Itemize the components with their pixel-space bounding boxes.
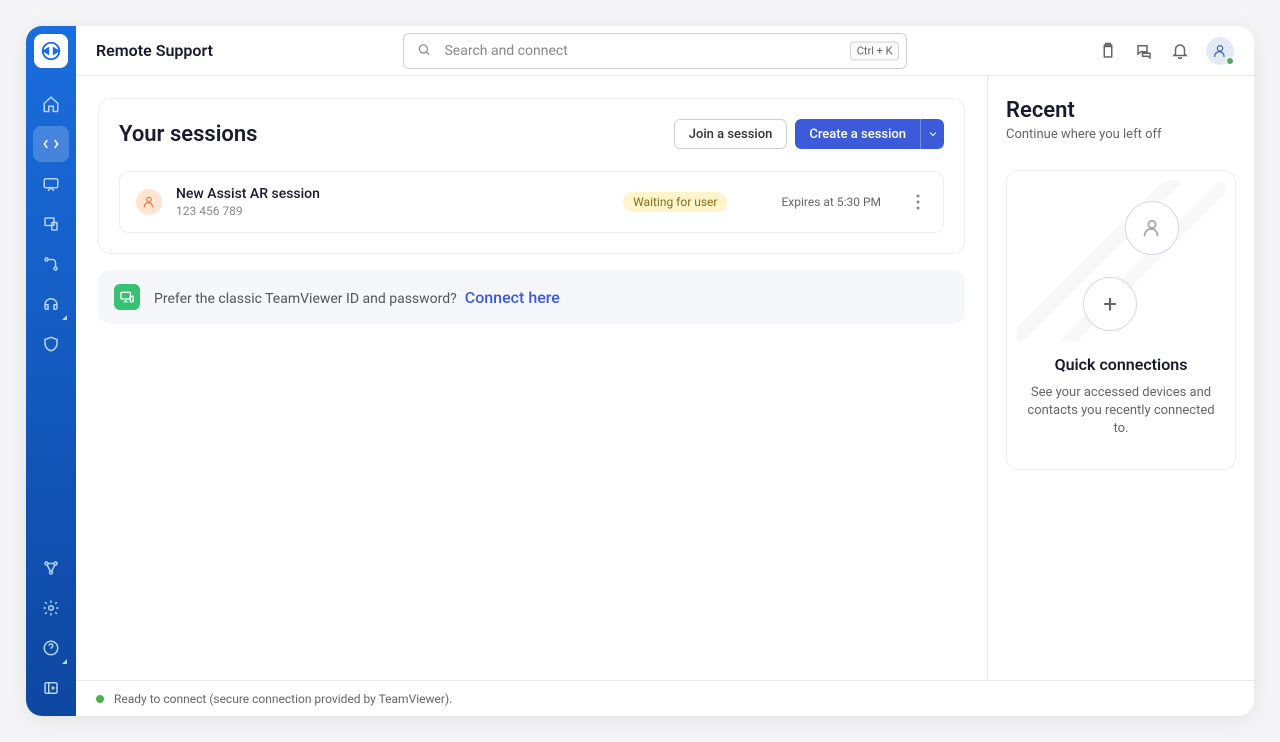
- sessions-title: Your sessions: [119, 122, 257, 147]
- nav-remote-support[interactable]: [33, 126, 69, 162]
- messages-icon[interactable]: [1134, 41, 1154, 61]
- session-id: 123 456 789: [176, 204, 320, 218]
- session-info: New Assist AR session 123 456 789: [176, 186, 320, 218]
- app-window: Remote Support Ctrl + K Your sessions: [26, 26, 1254, 716]
- nav-shield[interactable]: [33, 326, 69, 362]
- nav-settings[interactable]: [33, 590, 69, 626]
- create-session-split: Create a session: [795, 119, 944, 149]
- center-panel: Your sessions Join a session Create a se…: [76, 76, 988, 680]
- indicator-icon: [62, 659, 67, 664]
- quick-connections-card: + Quick connections See your accessed de…: [1006, 170, 1236, 470]
- search-shortcut: Ctrl + K: [850, 41, 900, 60]
- classic-text: Prefer the classic TeamViewer ID and pas…: [154, 291, 457, 307]
- top-icons: [1098, 37, 1234, 65]
- recent-title: Recent: [1006, 98, 1236, 123]
- status-dot-icon: [96, 695, 104, 703]
- create-session-dropdown[interactable]: [920, 119, 944, 149]
- quick-desc: See your accessed devices and contacts y…: [1023, 384, 1219, 439]
- session-name: New Assist AR session: [176, 186, 320, 202]
- bell-icon[interactable]: [1170, 41, 1190, 61]
- search-input[interactable]: [403, 33, 907, 69]
- connect-here-link[interactable]: Connect here: [465, 288, 560, 307]
- classic-connect-icon: [114, 284, 140, 310]
- sidebar: [26, 26, 76, 716]
- nav-support-headset[interactable]: [33, 286, 69, 322]
- plus-circle-icon: +: [1083, 277, 1137, 331]
- status-text: Ready to connect (secure connection prov…: [114, 692, 452, 706]
- topbar: Remote Support Ctrl + K: [76, 26, 1254, 76]
- indicator-icon: [62, 315, 67, 320]
- app-logo[interactable]: [34, 34, 68, 68]
- session-avatar-icon: [136, 189, 162, 215]
- nav-home[interactable]: [33, 86, 69, 122]
- main-area: Remote Support Ctrl + K Your sessions: [76, 26, 1254, 716]
- search-icon: [417, 41, 431, 60]
- nav-chat[interactable]: [33, 166, 69, 202]
- create-session-button[interactable]: Create a session: [795, 119, 920, 149]
- nav-integrations[interactable]: [33, 550, 69, 586]
- session-row[interactable]: New Assist AR session 123 456 789 Waitin…: [119, 171, 944, 233]
- right-panel: Recent Continue where you left off + Qui…: [988, 76, 1254, 680]
- search-wrap: Ctrl + K: [403, 33, 907, 69]
- session-buttons: Join a session Create a session: [674, 119, 944, 149]
- quick-title: Quick connections: [1023, 355, 1219, 374]
- nav-collapse[interactable]: [33, 670, 69, 706]
- nav-workflow[interactable]: [33, 246, 69, 282]
- session-expires: Expires at 5:30 PM: [781, 195, 881, 209]
- user-avatar[interactable]: [1206, 37, 1234, 65]
- classic-text-wrap: Prefer the classic TeamViewer ID and pas…: [154, 288, 560, 307]
- user-circle-icon: [1125, 201, 1179, 255]
- classic-connect-card: Prefer the classic TeamViewer ID and pas…: [98, 270, 965, 324]
- sessions-card: Your sessions Join a session Create a se…: [98, 98, 965, 254]
- statusbar: Ready to connect (secure connection prov…: [76, 680, 1254, 716]
- recent-subtitle: Continue where you left off: [1006, 127, 1236, 142]
- clipboard-icon[interactable]: [1098, 41, 1118, 61]
- status-dot-icon: [1226, 57, 1234, 65]
- sessions-header: Your sessions Join a session Create a se…: [119, 119, 944, 149]
- content: Your sessions Join a session Create a se…: [76, 76, 1254, 680]
- nav-help[interactable]: [33, 630, 69, 666]
- quick-illustration: +: [1023, 201, 1219, 331]
- join-session-button[interactable]: Join a session: [674, 119, 788, 149]
- page-title: Remote Support: [96, 41, 213, 60]
- nav-devices[interactable]: [33, 206, 69, 242]
- session-more-icon[interactable]: [909, 194, 927, 210]
- session-status-badge: Waiting for user: [623, 192, 727, 212]
